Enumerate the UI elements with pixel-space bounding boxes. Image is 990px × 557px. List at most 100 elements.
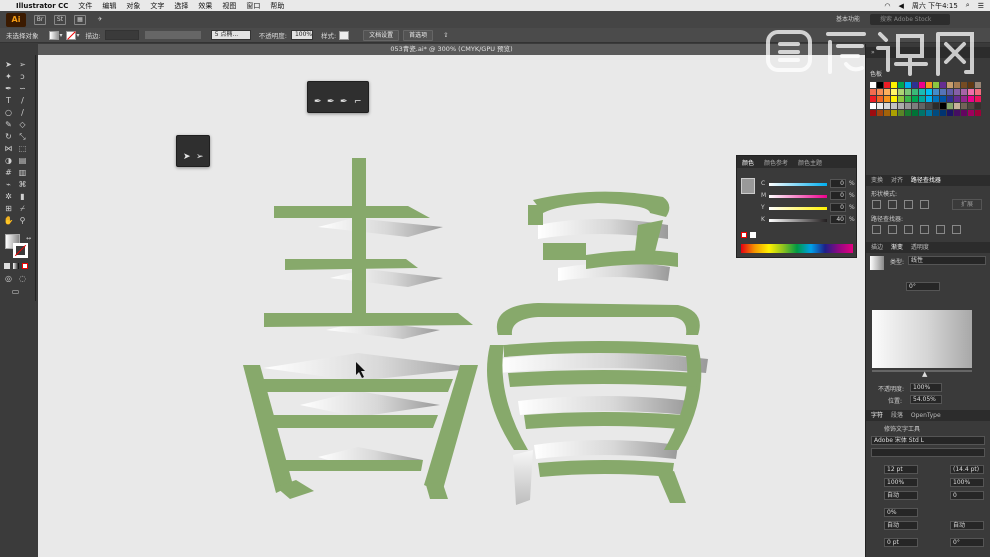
- vertical-scale-field[interactable]: 100%: [884, 478, 918, 487]
- swatch-chip[interactable]: [954, 96, 960, 102]
- tracking-field[interactable]: 0: [950, 491, 984, 500]
- swatch-chip[interactable]: [940, 110, 946, 116]
- selection-tool-icon[interactable]: ➤: [3, 59, 14, 70]
- ellipse-tool-icon[interactable]: ○: [3, 107, 14, 118]
- swatch-chip[interactable]: [926, 96, 932, 102]
- black-value[interactable]: 40: [830, 215, 846, 224]
- direct-selection-tool-icon[interactable]: ➢: [17, 59, 28, 70]
- swatch-chip[interactable]: [975, 96, 981, 102]
- artboard-canvas[interactable]: [38, 55, 865, 557]
- menu-file[interactable]: 文件: [78, 1, 92, 11]
- swatch-chip[interactable]: [919, 110, 925, 116]
- swatch-chip[interactable]: [877, 82, 883, 88]
- swatch-chip[interactable]: [968, 82, 974, 88]
- kerning-field[interactable]: 自动: [884, 491, 918, 500]
- document-tab[interactable]: 053青瓷.ai* @ 300% (CMYK/GPU 预览): [38, 44, 865, 55]
- swatch-chip[interactable]: [926, 89, 932, 95]
- menu-edit[interactable]: 编辑: [102, 1, 116, 11]
- swatch-chip[interactable]: [870, 89, 876, 95]
- menu-help[interactable]: 帮助: [270, 1, 284, 11]
- bridge-icon[interactable]: Br: [34, 14, 46, 25]
- font-family-field[interactable]: Adobe 宋体 Std L: [871, 436, 985, 445]
- swatch-chip[interactable]: [968, 110, 974, 116]
- horizontal-scale-field[interactable]: 100%: [950, 478, 984, 487]
- delete-anchor-icon[interactable]: ✒: [340, 97, 348, 107]
- artboard-tool-icon[interactable]: ⊞: [3, 203, 14, 214]
- swatches-grid[interactable]: [870, 82, 981, 116]
- swatch-chip[interactable]: [940, 103, 946, 109]
- gradient-stop-icon[interactable]: ▲: [922, 370, 927, 378]
- cyan-value[interactable]: 0: [830, 179, 846, 188]
- blend-tool-icon[interactable]: ⌘: [17, 179, 28, 190]
- swatch-chip[interactable]: [891, 110, 897, 116]
- swap-fill-stroke-icon[interactable]: ↔: [23, 233, 34, 244]
- touch-type-tool-button[interactable]: 修饰文字工具: [884, 424, 920, 433]
- menu-window[interactable]: 窗口: [246, 1, 260, 11]
- add-anchor-icon[interactable]: ✒: [327, 97, 335, 107]
- anchor-point-icon[interactable]: ⌐: [354, 97, 362, 107]
- swatch-chip[interactable]: [926, 110, 932, 116]
- swatch-chip[interactable]: [898, 82, 904, 88]
- volume-icon[interactable]: ◀: [898, 2, 903, 10]
- gradient-location-field[interactable]: 54.05%: [910, 395, 942, 404]
- crop-icon[interactable]: [920, 225, 929, 234]
- swatch-chip[interactable]: [870, 96, 876, 102]
- menu-effect[interactable]: 效果: [198, 1, 212, 11]
- divide-icon[interactable]: [872, 225, 881, 234]
- graph-tool-icon[interactable]: ▮: [17, 191, 28, 202]
- brush-definition[interactable]: 5 点椭...: [210, 30, 251, 40]
- gradient-opacity-field[interactable]: 100%: [910, 383, 942, 392]
- paintbrush-tool-icon[interactable]: ∕: [17, 107, 28, 118]
- character-rotation-field[interactable]: 0°: [950, 538, 984, 547]
- group-selection-icon[interactable]: ➢: [196, 152, 204, 162]
- swatch-chip[interactable]: [961, 89, 967, 95]
- swatch-chip[interactable]: [954, 110, 960, 116]
- app-name-menu[interactable]: Illustrator CC: [16, 2, 68, 10]
- swatch-chip[interactable]: [884, 103, 890, 109]
- shape-builder-tool-icon[interactable]: ◑: [3, 155, 14, 166]
- tab-color[interactable]: 颜色: [737, 158, 759, 167]
- draw-inside-icon[interactable]: ◌: [17, 273, 28, 284]
- style-swatch[interactable]: [339, 30, 350, 40]
- symbol-sprayer-tool-icon[interactable]: ✲: [3, 191, 14, 202]
- clock-text[interactable]: 周六 下午4:15: [912, 1, 958, 11]
- mesh-tool-icon[interactable]: #: [3, 167, 14, 178]
- tab-gradient[interactable]: 渐变: [891, 244, 903, 251]
- swatch-chip[interactable]: [947, 82, 953, 88]
- swatch-chip[interactable]: [975, 89, 981, 95]
- magic-wand-icon[interactable]: ✦: [3, 71, 14, 82]
- gradient-type-select[interactable]: 线性: [908, 256, 986, 265]
- swatch-chip[interactable]: [891, 82, 897, 88]
- tab-opentype[interactable]: OpenType: [911, 412, 941, 419]
- swatch-chip[interactable]: [968, 103, 974, 109]
- tab-stroke[interactable]: 描边: [871, 244, 883, 251]
- tab-character[interactable]: 字符: [871, 412, 883, 419]
- swatch-chip[interactable]: [940, 82, 946, 88]
- exclude-icon[interactable]: [920, 200, 929, 209]
- tab-paragraph[interactable]: 段落: [891, 412, 903, 419]
- line-tool-icon[interactable]: /: [17, 95, 28, 106]
- tab-transparency[interactable]: 透明度: [911, 244, 929, 251]
- swatch-chip[interactable]: [954, 103, 960, 109]
- eraser-tool-icon[interactable]: ◇: [17, 119, 28, 130]
- pen-tool-icon[interactable]: ✒: [3, 83, 14, 94]
- swatch-chip[interactable]: [940, 96, 946, 102]
- swatch-chip[interactable]: [905, 89, 911, 95]
- glyph-ci[interactable]: [487, 191, 708, 505]
- wifi-icon[interactable]: ◠: [884, 2, 890, 10]
- preferences-button[interactable]: 首选项: [403, 29, 434, 41]
- swatch-chip[interactable]: [919, 103, 925, 109]
- swatch-chip[interactable]: [919, 89, 925, 95]
- notification-icon[interactable]: ☰: [978, 2, 984, 10]
- gradient-angle-field[interactable]: 0°: [906, 282, 940, 291]
- menu-type[interactable]: 文字: [150, 1, 164, 11]
- eyedropper-tool-icon[interactable]: ⌁: [3, 179, 14, 190]
- expand-button[interactable]: 扩展: [952, 199, 982, 210]
- unite-icon[interactable]: [872, 200, 881, 209]
- tab-transform[interactable]: 变换: [871, 177, 883, 184]
- curvature-tool-icon[interactable]: ∽: [17, 83, 28, 94]
- direct-selection-icon[interactable]: ➤: [183, 152, 191, 162]
- swatch-chip[interactable]: [884, 96, 890, 102]
- none-mode-icon[interactable]: [22, 263, 28, 269]
- glyph-qing[interactable]: [243, 158, 478, 499]
